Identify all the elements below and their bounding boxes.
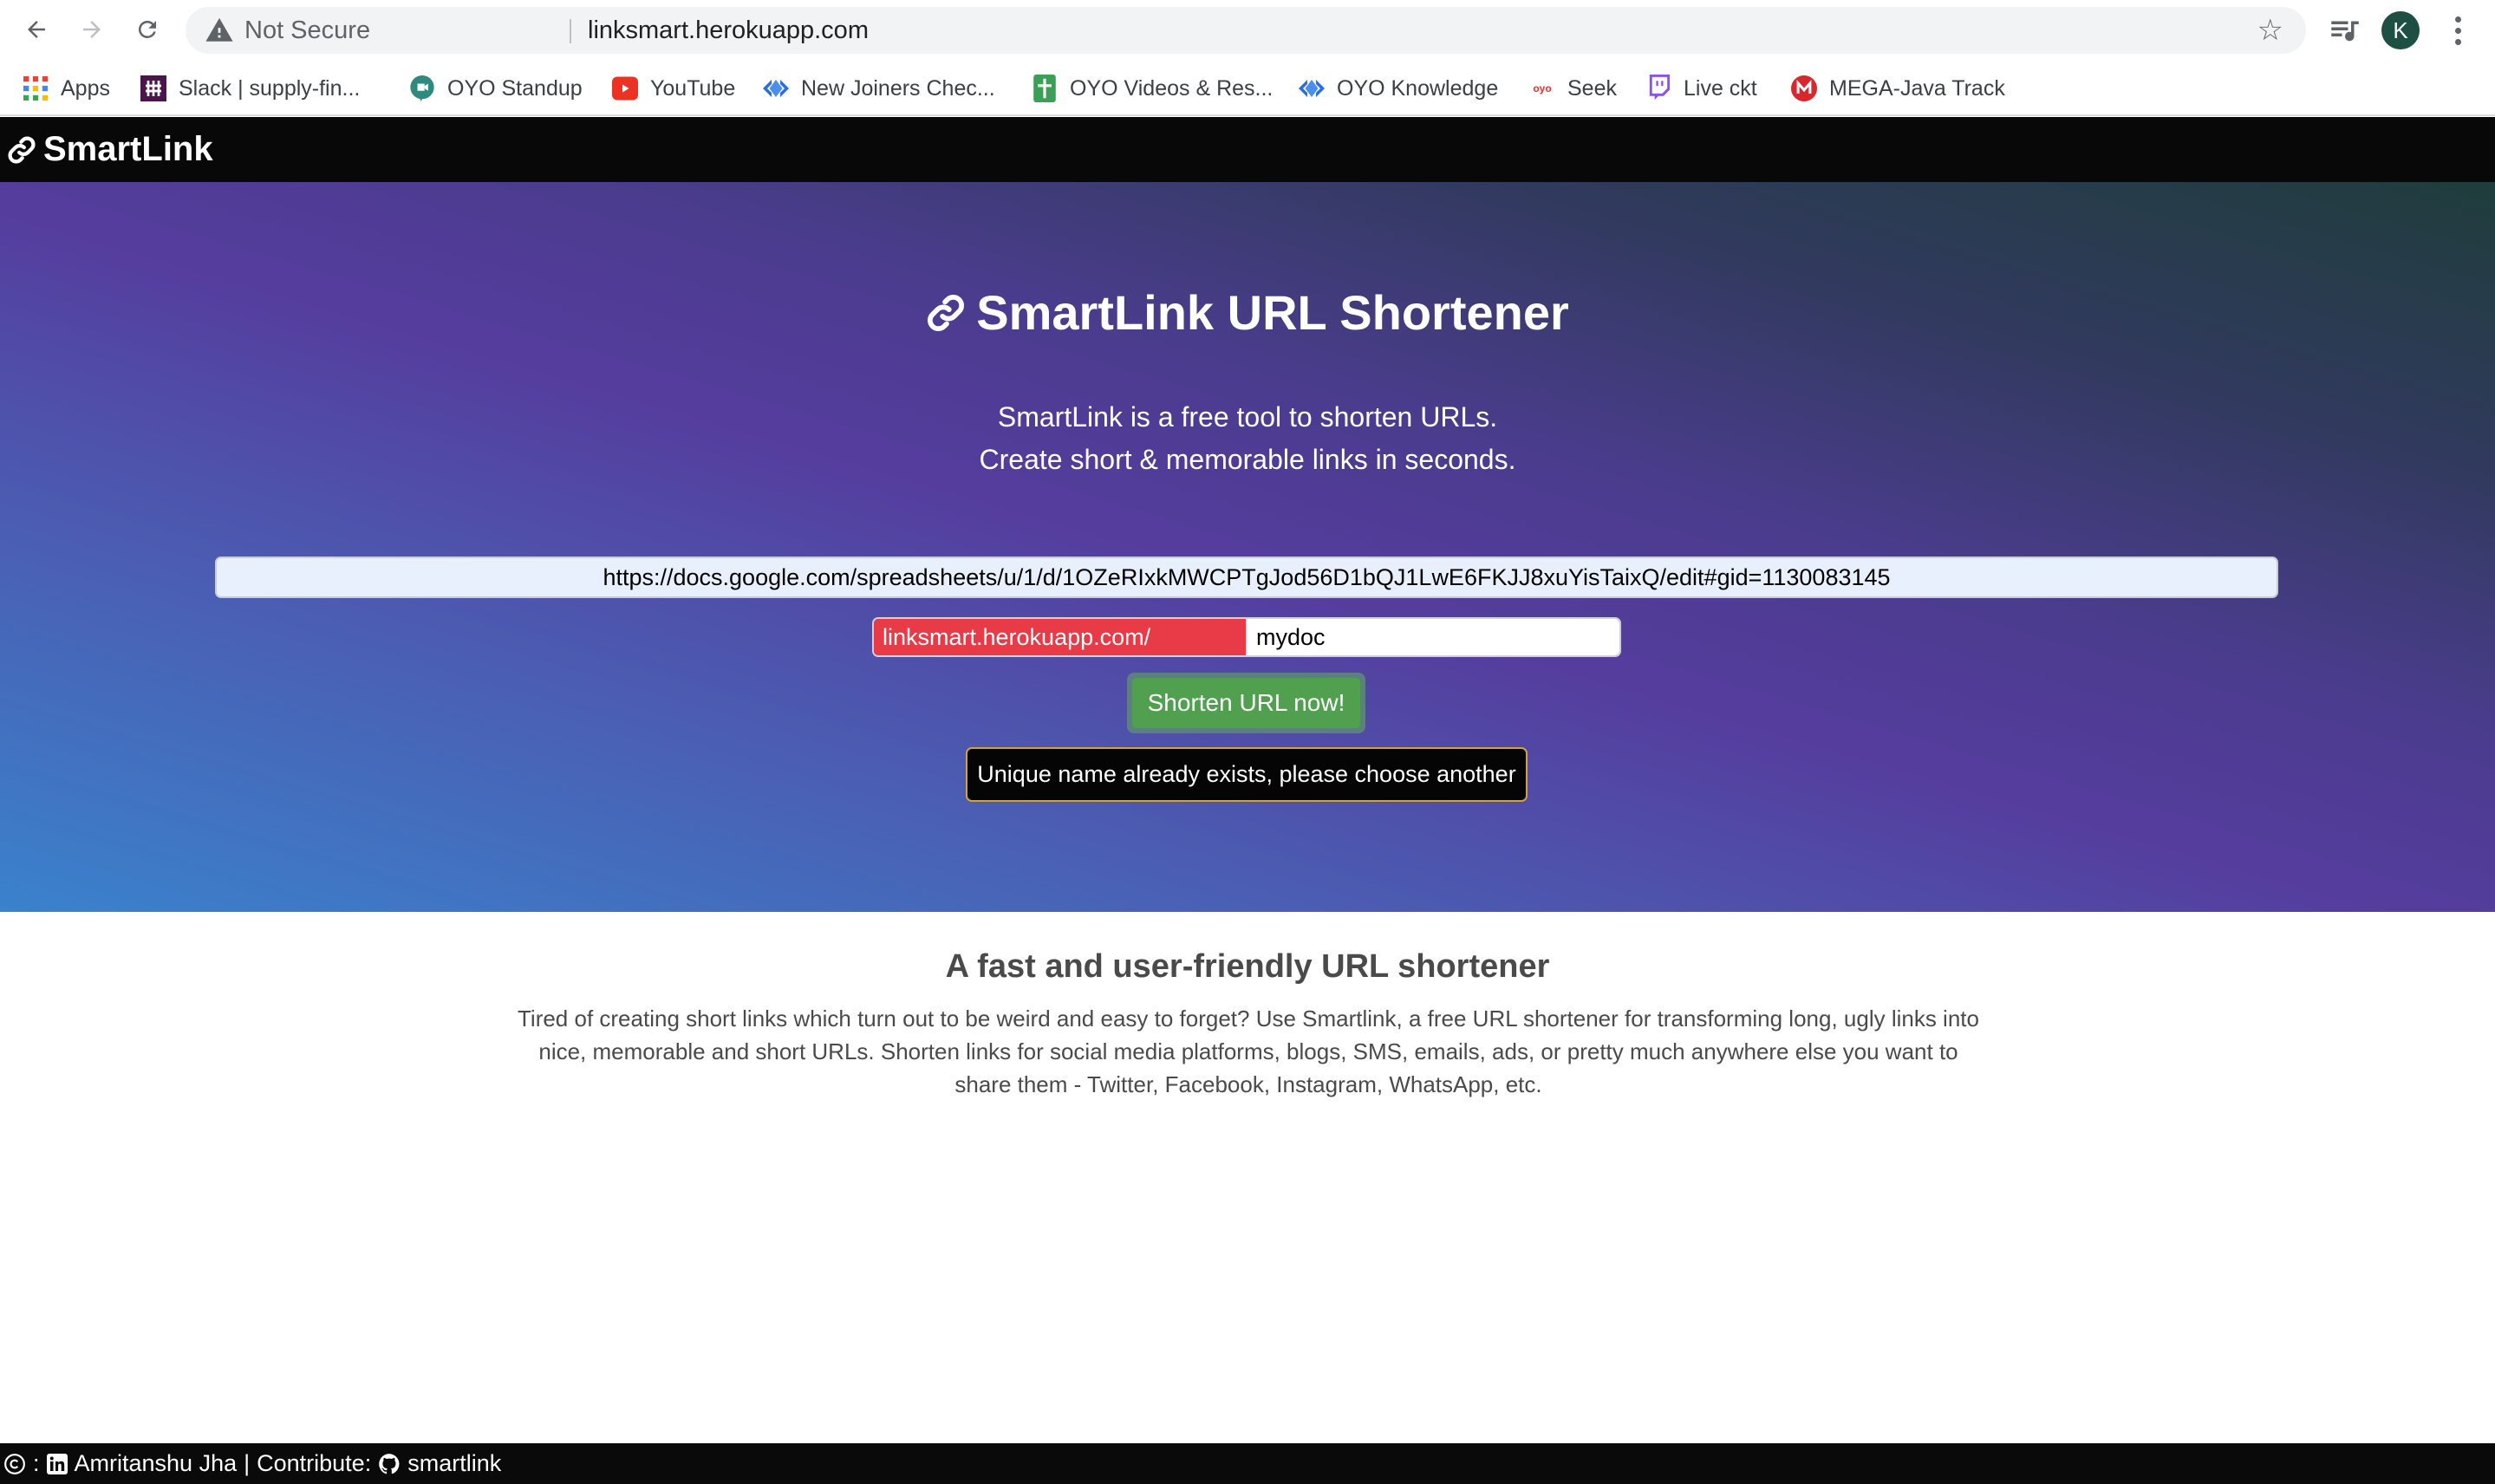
footer-divider: | — [244, 1450, 251, 1476]
profile-avatar[interactable]: K — [2381, 11, 2420, 49]
bookmarks-bar: Apps Slack | supply-fin... OYO Standup Y… — [0, 61, 2495, 116]
media-control-button[interactable] — [2327, 12, 2363, 49]
bookmark-apps[interactable]: Apps — [23, 71, 110, 106]
link-icon — [928, 294, 965, 331]
forward-button[interactable] — [73, 10, 111, 49]
bookmark-slack[interactable]: Slack | supply-fin... — [140, 71, 360, 106]
hero-subtitle: SmartLink is a free tool to shorten URLs… — [0, 396, 2495, 481]
bookmark-label: MEGA-Java Track — [1829, 75, 2005, 101]
custom-alias-group: linksmart.herokuapp.com/ mydoc — [872, 617, 1621, 657]
subtitle-line: Create short & memorable links in second… — [979, 444, 1516, 475]
bookmark-new-joiners[interactable]: New Joiners Chec... — [763, 71, 995, 106]
url-text[interactable]: linksmart.herokuapp.com — [588, 7, 869, 54]
shorten-url-button-label: Shorten URL now! — [1132, 678, 1360, 728]
bookmark-live-ckt[interactable]: Live ckt — [1645, 71, 1757, 106]
reload-icon — [138, 20, 156, 38]
security-status[interactable]: Not Secure — [244, 7, 370, 54]
forward-arrow-icon — [83, 21, 101, 38]
shorten-url-button[interactable]: Shorten URL now! — [1127, 673, 1365, 733]
hero-title-text: SmartLink URL Shortener — [976, 285, 1569, 340]
bookmark-label: Live ckt — [1684, 75, 1757, 101]
footer-separator: : — [33, 1450, 40, 1476]
alias-prefix-label: linksmart.herokuapp.com/ — [874, 619, 1246, 655]
bookmark-label: Apps — [61, 75, 110, 101]
bookmark-label: OYO Standup — [447, 75, 583, 101]
oyo-icon: oyo — [1533, 82, 1552, 94]
confluence-icon — [763, 75, 789, 101]
confluence-icon — [1299, 75, 1325, 101]
menu-dot-icon — [2454, 16, 2461, 23]
long-url-input[interactable]: https://docs.google.com/spreadsheets/u/1… — [215, 556, 2278, 598]
bookmark-label: Seek — [1567, 75, 1617, 101]
browser-toolbar: Not Secure linksmart.herokuapp.com ☆ K — [0, 0, 2495, 61]
bookmark-oyo-videos[interactable]: OYO Videos & Res... — [1032, 71, 1273, 106]
bookmark-label: YouTube — [650, 75, 736, 101]
contribute-label: Contribute: — [257, 1450, 372, 1476]
slack-icon — [140, 75, 166, 101]
github-icon[interactable] — [378, 1453, 401, 1475]
warning-icon — [205, 17, 233, 42]
mega-icon — [1791, 75, 1817, 101]
bookmark-label: OYO Videos & Res... — [1070, 75, 1274, 101]
info-heading: A fast and user-friendly URL shortener — [945, 948, 1550, 985]
author-link[interactable]: Amritanshu Jha — [75, 1450, 238, 1477]
bookmark-star-icon[interactable]: ☆ — [2257, 14, 2283, 47]
google-meet-icon — [409, 75, 435, 101]
copyright-icon — [3, 1453, 26, 1475]
youtube-icon — [612, 75, 638, 101]
google-sheets-icon — [1032, 75, 1058, 102]
footer: : Amritanshu Jha | Contribute: smartlink — [0, 1443, 2495, 1484]
bookmark-oyo-standup[interactable]: OYO Standup — [409, 71, 583, 106]
bookmark-label: New Joiners Chec... — [801, 75, 995, 101]
address-bar[interactable]: Not Secure linksmart.herokuapp.com ☆ — [186, 7, 2306, 54]
subtitle-line: SmartLink is a free tool to shorten URLs… — [997, 401, 1498, 433]
menu-dot-icon — [2454, 38, 2461, 45]
apps-grid-icon — [23, 75, 49, 101]
repo-link[interactable]: smartlink — [407, 1450, 501, 1477]
playlist-music-icon — [2331, 21, 2359, 42]
linkedin-icon[interactable] — [46, 1453, 68, 1474]
twitch-icon — [1645, 75, 1671, 101]
menu-dot-icon — [2454, 27, 2461, 34]
error-message: Unique name already exists, please choos… — [966, 747, 1528, 802]
bookmark-seek[interactable]: oyo Seek — [1529, 71, 1617, 106]
bookmark-mega-java[interactable]: MEGA-Java Track — [1791, 71, 2005, 106]
bookmark-oyo-knowledge[interactable]: OYO Knowledge — [1299, 71, 1498, 106]
app-navbar: SmartLink — [0, 117, 2495, 182]
bookmark-label: OYO Knowledge — [1337, 75, 1499, 101]
reload-button[interactable] — [128, 10, 166, 49]
browser-menu-button[interactable] — [2445, 12, 2471, 49]
hero-title: SmartLink URL Shortener — [0, 284, 2495, 341]
divider — [570, 19, 571, 43]
bookmark-youtube[interactable]: YouTube — [612, 71, 735, 106]
link-icon — [8, 136, 36, 163]
hero-section: SmartLink URL Shortener SmartLink is a f… — [0, 182, 2495, 912]
back-arrow-icon — [28, 21, 45, 38]
bookmark-label: Slack | supply-fin... — [179, 75, 361, 101]
back-button[interactable] — [17, 10, 55, 49]
brand-link[interactable]: SmartLink — [7, 117, 213, 182]
brand-name: SmartLink — [43, 130, 213, 168]
alias-input[interactable]: mydoc — [1246, 619, 1619, 655]
info-paragraph: Tired of creating short links which turn… — [518, 1006, 1979, 1097]
